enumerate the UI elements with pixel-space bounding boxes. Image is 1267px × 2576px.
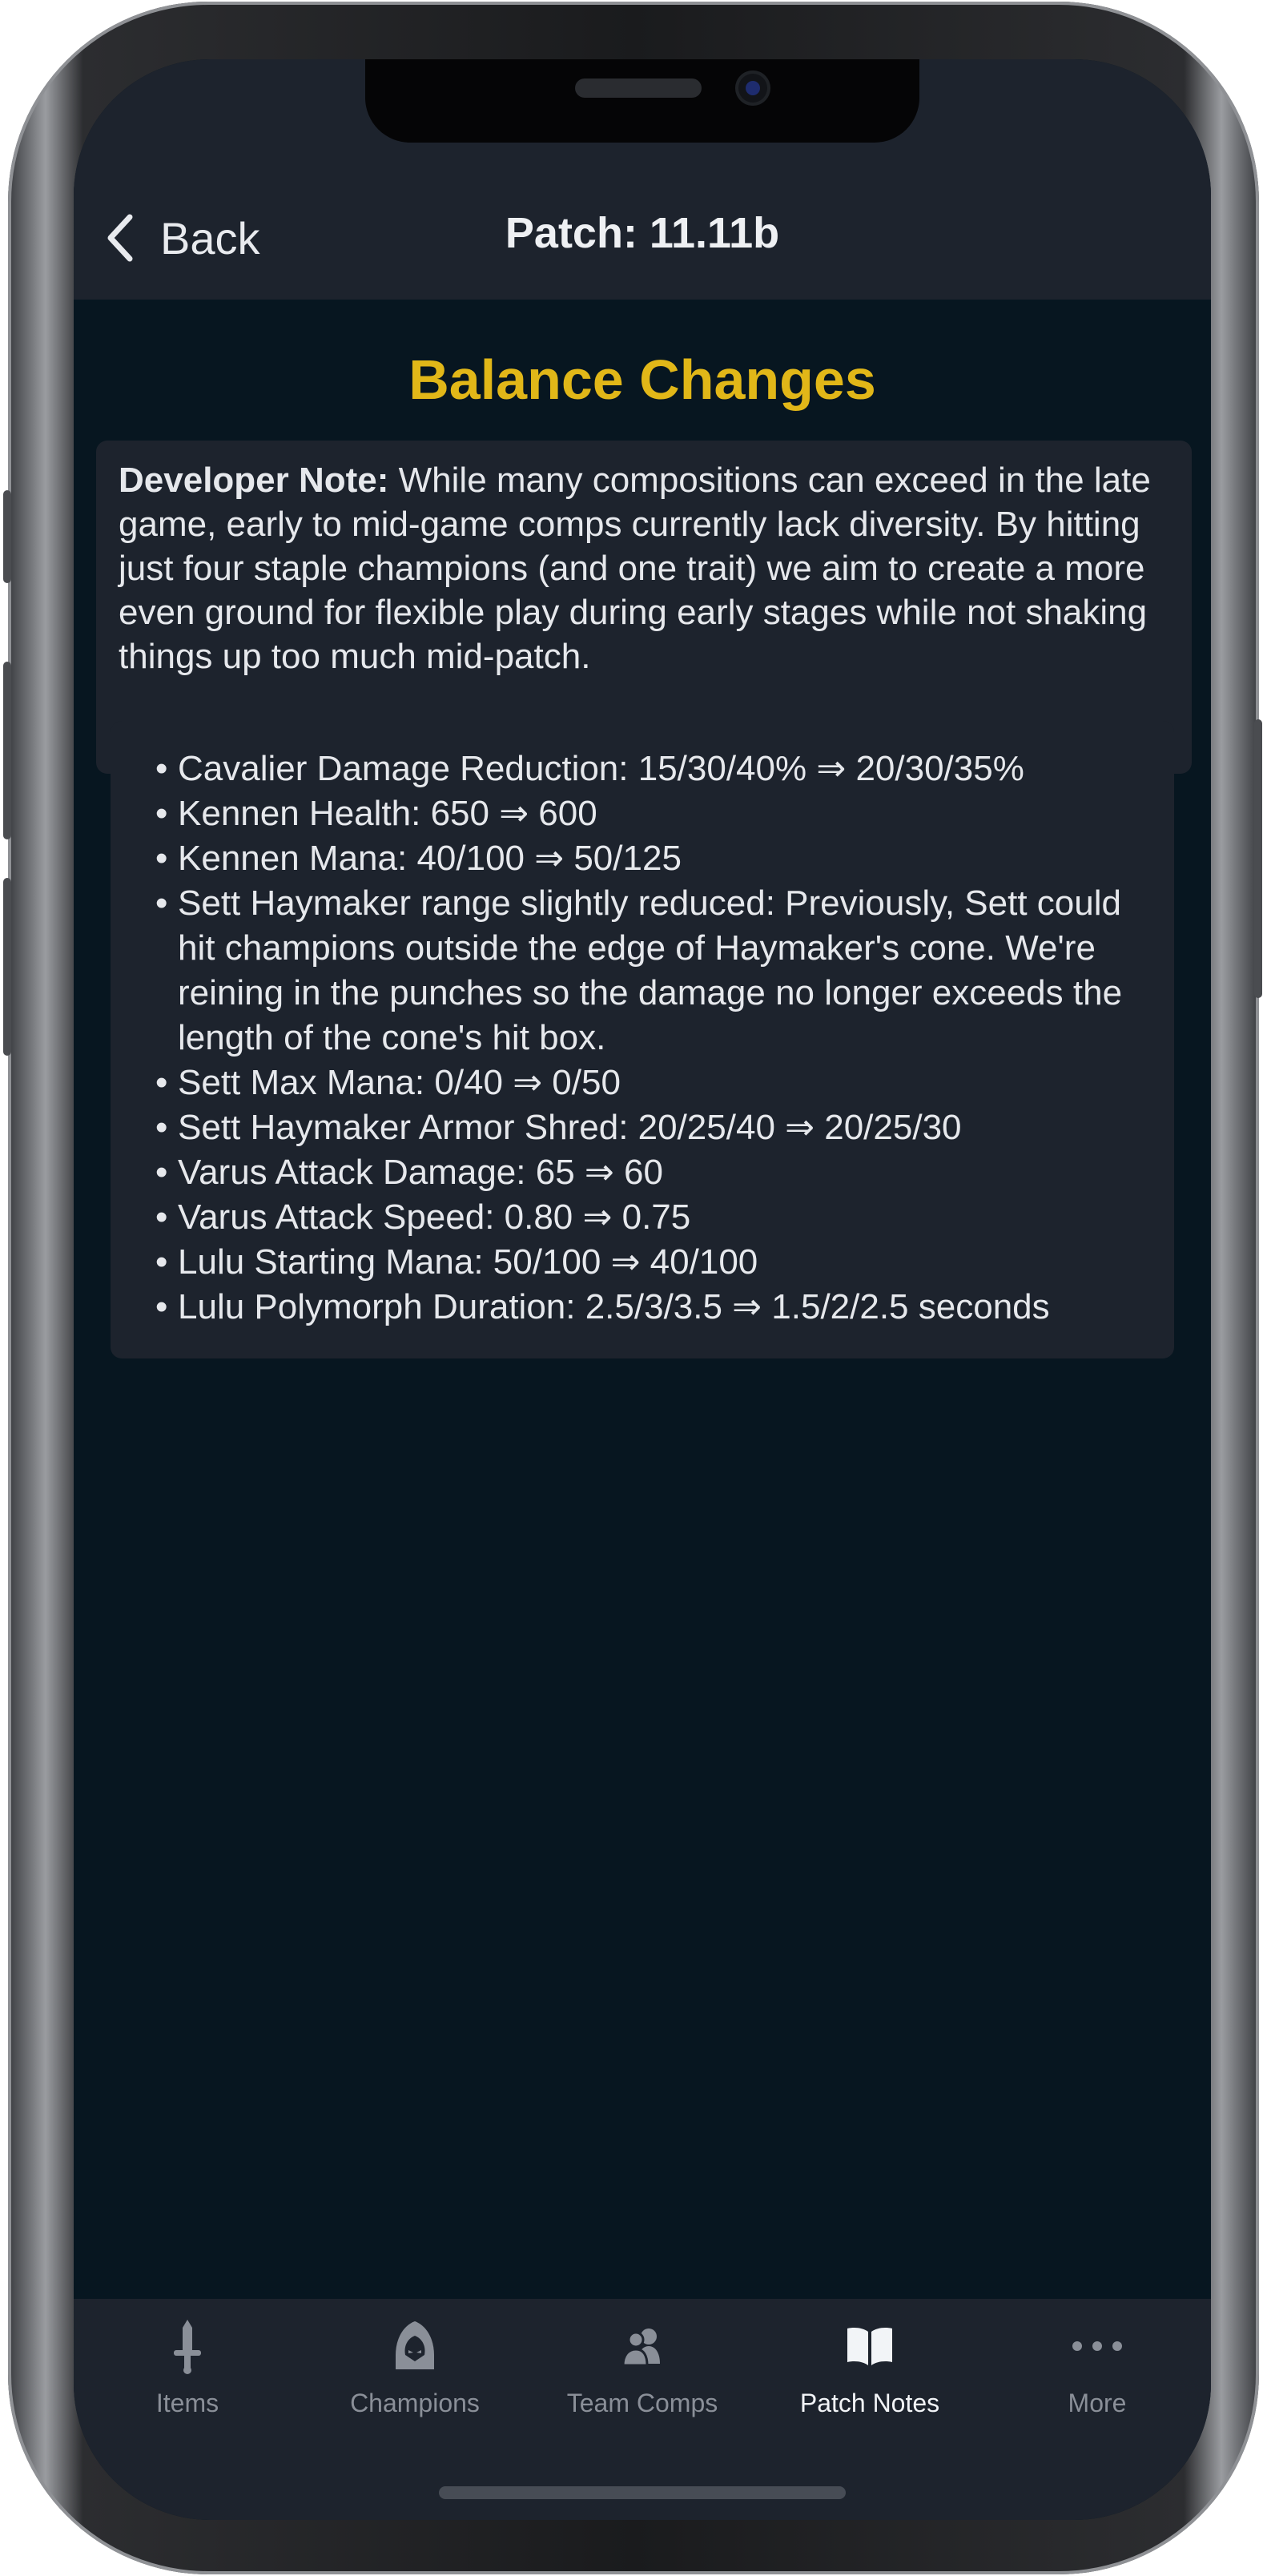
team-icon <box>614 2318 670 2374</box>
speaker-grille <box>575 78 702 98</box>
tab-patch-notes[interactable]: Patch Notes <box>756 2318 983 2438</box>
tab-team-comps-label: Team Comps <box>566 2389 718 2417</box>
back-label: Back <box>160 212 260 264</box>
front-camera <box>735 70 770 106</box>
silent-switch <box>3 490 11 583</box>
change-item: Varus Attack Damage: 65 ⇒ 60 <box>155 1150 1156 1195</box>
volume-up-button <box>3 662 11 839</box>
notch <box>365 59 919 143</box>
change-item: Sett Haymaker Armor Shred: 20/25/40 ⇒ 20… <box>155 1105 1156 1150</box>
tab-team-comps[interactable]: Team Comps <box>529 2318 756 2438</box>
change-item: Cavalier Damage Reduction: 15/30/40% ⇒ 2… <box>155 747 1156 791</box>
sword-icon <box>159 2318 215 2374</box>
changes-list-card: Cavalier Damage Reduction: 15/30/40% ⇒ 2… <box>111 721 1174 1358</box>
power-button <box>1254 719 1262 998</box>
back-button[interactable]: Back <box>104 210 260 266</box>
chevron-left-icon <box>107 214 133 262</box>
change-item: Lulu Polymorph Duration: 2.5/3/3.5 ⇒ 1.5… <box>155 1285 1156 1330</box>
app-screen: Back Patch: 11.11b Balance Changes Devel… <box>74 59 1211 2520</box>
tab-patch-notes-label: Patch Notes <box>799 2389 940 2417</box>
developer-note-label: Developer Note: <box>119 461 389 500</box>
tab-champions[interactable]: Champions <box>301 2318 529 2438</box>
section-title: Balance Changes <box>408 348 876 411</box>
tab-more-label: More <box>1068 2389 1127 2417</box>
page-title: Patch: 11.11b <box>505 209 780 257</box>
tab-more[interactable]: More <box>983 2318 1211 2438</box>
change-item: Sett Max Mana: 0/40 ⇒ 0/50 <box>155 1061 1156 1105</box>
changes-list: Cavalier Damage Reduction: 15/30/40% ⇒ 2… <box>155 747 1156 1330</box>
open-book-icon <box>842 2318 898 2374</box>
tab-items-label: Items <box>155 2389 219 2417</box>
navigation-bar: Back Patch: 11.11b <box>74 59 1211 300</box>
phone-frame: Back Patch: 11.11b Balance Changes Devel… <box>3 2 1262 2574</box>
ellipsis-icon <box>1069 2318 1125 2374</box>
change-item: Lulu Starting Mana: 50/100 ⇒ 40/100 <box>155 1240 1156 1285</box>
tab-champions-label: Champions <box>350 2389 480 2417</box>
change-item: Kennen Health: 650 ⇒ 600 <box>155 791 1156 836</box>
change-item: Kennen Mana: 40/100 ⇒ 50/125 <box>155 836 1156 881</box>
volume-down-button <box>3 878 11 1056</box>
hooded-champion-icon <box>387 2318 443 2374</box>
change-item: Sett Haymaker range slightly reduced: Pr… <box>155 881 1156 1061</box>
home-indicator[interactable] <box>439 2486 846 2499</box>
tab-items[interactable]: Items <box>74 2318 301 2438</box>
change-item: Varus Attack Speed: 0.80 ⇒ 0.75 <box>155 1195 1156 1240</box>
